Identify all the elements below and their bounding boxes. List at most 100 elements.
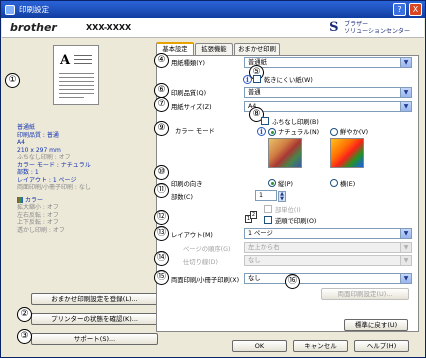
tab-omakase[interactable]: おまかせ印刷 <box>234 43 280 55</box>
print-settings-window: 印刷設定 ? X brother XXX-XXXX S ブラザー ソリューション… <box>0 0 426 358</box>
summary-line: 拡大縮小 : オフ <box>17 204 59 211</box>
summary-line: 普通紙 <box>17 124 36 131</box>
vivid-label: 鮮やか(V) <box>340 129 369 136</box>
duplex-select[interactable]: なし ▼ <box>244 273 412 284</box>
register-settings-button[interactable]: おまかせ印刷設定を登録(L)... <box>31 293 158 305</box>
copies-spinner[interactable]: 1 ▲ ▼ <box>255 190 286 202</box>
landscape-radio[interactable] <box>330 179 338 187</box>
summary-line: A4 <box>17 139 25 146</box>
duplex-settings-button[interactable]: 両面印刷設定(U)... <box>321 288 409 300</box>
check-status-button[interactable]: プリンターの状態を確認(K)... <box>31 313 158 325</box>
tab-advanced[interactable]: 拡張機能 <box>195 43 233 55</box>
solutions-center-icon: S <box>329 20 339 35</box>
help-title-button[interactable]: ? <box>393 3 406 16</box>
vivid-sample-image <box>330 138 364 168</box>
support-button[interactable]: サポート(S)... <box>31 333 158 345</box>
border-line-select[interactable]: なし ▼ <box>244 255 412 266</box>
preview-glyph: A <box>60 53 71 68</box>
chevron-down-icon: ▼ <box>400 256 411 265</box>
page-order-label: ページの順序(G) <box>183 246 231 253</box>
spinner-arrows-icon[interactable]: ▲ ▼ <box>278 191 286 202</box>
chevron-down-icon: ▼ <box>400 274 411 283</box>
natural-radio[interactable] <box>268 128 276 136</box>
page-order-value: 左上から右 <box>248 244 280 251</box>
marker-14: ⑭ <box>154 251 169 266</box>
summary-line: 印刷品質 : 普通 <box>17 131 59 139</box>
brand-header: brother XXX-XXXX S ブラザー ソリューションセンター <box>2 18 424 38</box>
orientation-label: 印刷の向き <box>171 181 203 188</box>
chevron-down-icon: ▼ <box>400 229 411 238</box>
summary-line: ふちなし印刷 : オフ <box>17 154 71 161</box>
chevron-down-icon: ▼ <box>400 88 411 97</box>
slow-dry-label: 乾きにくい紙(W) <box>264 77 313 84</box>
copies-value: 1 <box>259 192 264 199</box>
marker-1: ① <box>5 73 20 88</box>
layout-select[interactable]: 1 ページ ▼ <box>244 228 412 239</box>
info-icon[interactable]: i <box>257 127 266 136</box>
summary-color-label: カラー <box>25 196 44 204</box>
marker-16: ⑯ <box>285 274 300 289</box>
collate-checkbox[interactable] <box>264 205 272 213</box>
brand-logo: brother <box>10 21 57 34</box>
collate-label: 部単位(I) <box>275 207 301 214</box>
borderless-label: ふちなし印刷(B) <box>272 119 319 126</box>
border-line-value: なし <box>248 257 261 264</box>
close-button[interactable]: X <box>409 3 422 16</box>
left-pane: A ① 普通紙 印刷品質 : 普通 A4 210 x 297 mm ふちなし印刷… <box>5 41 158 359</box>
copies-order-icon-2: 2 <box>250 211 257 219</box>
portrait-radio[interactable] <box>268 179 276 187</box>
landscape-label: 横(E) <box>340 181 356 188</box>
model-name: XXX-XXXX <box>86 23 132 32</box>
slow-dry-checkbox[interactable] <box>253 75 261 83</box>
summary-line: 210 x 297 mm <box>17 146 61 154</box>
quality-label: 印刷品質(Q) <box>171 90 207 97</box>
reverse-order-checkbox[interactable] <box>264 216 272 224</box>
chevron-down-icon: ▼ <box>400 102 411 111</box>
summary-line: 透かし印刷 : オフ <box>17 226 65 234</box>
marker-10: ⑩ <box>154 165 169 180</box>
summary-line: カラー モード : ナチュラル <box>17 161 91 169</box>
media-type-label: 用紙種類(Y) <box>171 60 205 67</box>
layout-value: 1 ページ <box>248 230 273 237</box>
summary-line: 上下反転 : オフ <box>17 219 59 226</box>
duplex-value: なし <box>248 275 261 282</box>
paper-size-label: 用紙サイズ(Z) <box>171 104 212 111</box>
borderless-checkbox[interactable] <box>261 117 269 125</box>
page-order-select[interactable]: 左上から右 ▼ <box>244 242 412 253</box>
summary-line: レイアウト : 1 ページ <box>17 176 77 184</box>
info-icon[interactable]: i <box>243 75 252 84</box>
window-title: 印刷設定 <box>19 5 49 14</box>
layout-label: レイアウト(M) <box>171 232 213 239</box>
printer-icon <box>5 4 15 15</box>
marker-13: ⑬ <box>154 226 169 241</box>
chevron-down-icon: ▼ <box>400 243 411 252</box>
marker-2: ② <box>17 307 32 322</box>
chevron-down-icon: ▼ <box>400 58 411 67</box>
basic-settings-panel: ④ 用紙種類(Y) 普通紙 ▼ ⑤ i 乾きにくい紙(W) ⑥ 印刷品質(Q) … <box>154 53 419 332</box>
help-button[interactable]: ヘルプ(H) <box>354 340 409 352</box>
ok-button[interactable]: OK <box>232 340 287 352</box>
border-line-label: 仕切り線(D) <box>183 259 218 266</box>
natural-label: ナチュラル(N) <box>278 129 320 136</box>
quality-value: 普通 <box>248 89 261 96</box>
color-icon <box>17 197 23 204</box>
settings-summary: 普通紙 印刷品質 : 普通 A4 210 x 297 mm ふちなし印刷 : オ… <box>17 124 147 234</box>
solutions-center-line2: ソリューションセンター <box>344 28 410 35</box>
summary-line: 部数 : 1 <box>17 169 39 176</box>
solutions-center-link[interactable]: S ブラザー ソリューションセンター <box>329 20 410 36</box>
marker-7: ⑦ <box>154 97 169 112</box>
cancel-button[interactable]: キャンセル <box>293 340 348 352</box>
paper-size-select[interactable]: A4 ▼ <box>244 101 412 112</box>
summary-line: 左右反転 : オフ <box>17 211 59 219</box>
quality-select[interactable]: 普通 ▼ <box>244 87 412 98</box>
vivid-radio[interactable] <box>330 128 338 136</box>
copies-label: 部数(C) <box>171 194 193 201</box>
duplex-label: 両面印刷/小冊子印刷(X) <box>171 277 240 284</box>
restore-default-button[interactable]: 標準に戻す(U) <box>344 319 408 331</box>
media-type-select[interactable]: 普通紙 ▼ <box>244 57 412 68</box>
marker-9: ⑨ <box>154 121 169 136</box>
portrait-label: 縦(P) <box>278 181 294 188</box>
solutions-center-line1: ブラザー <box>344 21 369 28</box>
title-bar: 印刷設定 ? X <box>1 1 425 18</box>
summary-line: 両面印刷/小冊子印刷 : なし <box>17 184 91 191</box>
